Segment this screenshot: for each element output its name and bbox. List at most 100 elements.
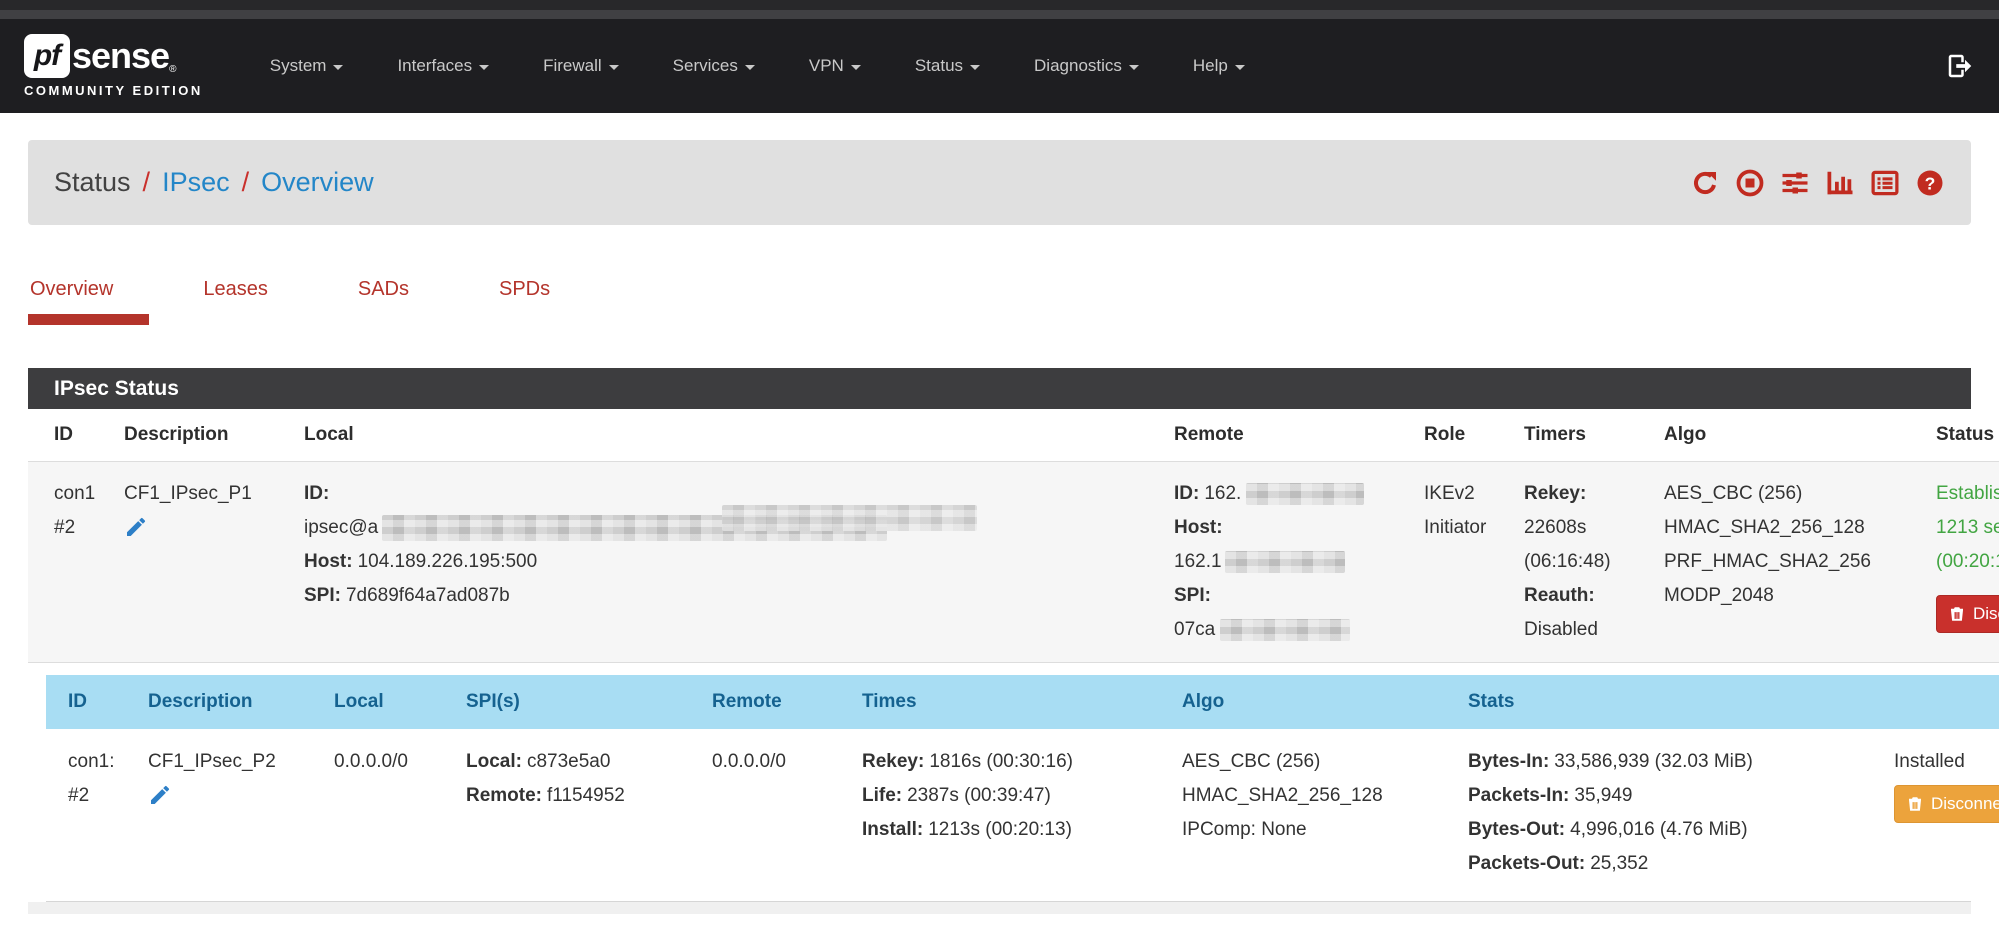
col-spis: SPI(s) — [452, 675, 698, 729]
tab-overview[interactable]: Overview — [30, 278, 113, 325]
disconnect-p2-button[interactable]: Disconnect — [1894, 785, 1999, 823]
cell-timers: Rekey: 22608s (06:16:48) Reauth: Disable… — [1510, 462, 1650, 663]
pencil-icon — [124, 515, 148, 539]
cell-local: ID: ipsec@a Host:104.189.226.195:500 SPI… — [290, 462, 1160, 663]
col-id: ID — [28, 409, 110, 462]
cell-algo: AES_CBC (256) HMAC_SHA2_256_128 IPComp: … — [1168, 729, 1454, 901]
registered-mark: ® — [169, 64, 176, 75]
page-content: Status / IPsec / Overview ? — [0, 140, 1999, 914]
col-local: Local — [290, 409, 1160, 462]
menu-interfaces[interactable]: Interfaces — [370, 56, 516, 76]
status-established: Established — [1936, 477, 1999, 511]
col-algo: Algo — [1168, 675, 1454, 729]
col-description: Description — [134, 675, 320, 729]
breadcrumb: Status / IPsec / Overview — [54, 167, 374, 198]
browser-top-strip — [0, 0, 1999, 10]
trash-icon — [1906, 795, 1924, 813]
col-times: Times — [848, 675, 1168, 729]
col-id: ID — [46, 675, 134, 729]
chevron-down-icon — [745, 65, 755, 70]
cell-local: 0.0.0.0/0 — [320, 729, 452, 901]
log-list-icon[interactable] — [1870, 168, 1900, 198]
col-status: Status — [1922, 409, 1999, 462]
cell-role: IKEv2 Initiator — [1410, 462, 1510, 663]
page-bottom-strip — [28, 902, 1971, 914]
breadcrumb-separator: / — [242, 167, 250, 198]
logout-button[interactable] — [1945, 51, 1975, 81]
cell-description: CF1_IPsec_P2 — [134, 729, 320, 901]
cell-algo: AES_CBC (256) HMAC_SHA2_256_128 PRF_HMAC… — [1650, 462, 1922, 663]
col-description: Description — [110, 409, 290, 462]
trash-icon — [1948, 605, 1966, 623]
menu-help[interactable]: Help — [1166, 56, 1272, 76]
menu-status[interactable]: Status — [888, 56, 1007, 76]
breadcrumb-root: Status — [54, 167, 131, 198]
subnav-tabs: Overview Leases SADs SPDs — [28, 278, 1971, 325]
ike-sa-table: ID Description Local Remote Role Timers … — [28, 409, 1999, 663]
redaction-block — [1225, 551, 1345, 573]
pf-logo-name: sense — [72, 34, 169, 78]
col-stats: Stats — [1454, 675, 1880, 729]
svg-text:?: ? — [1925, 173, 1936, 193]
col-remote: Remote — [698, 675, 848, 729]
cell-status: Installed Disconnect — [1880, 729, 1999, 901]
pencil-icon — [148, 783, 172, 807]
bar-chart-icon[interactable] — [1825, 168, 1855, 198]
main-menu: System Interfaces Firewall Services VPN … — [243, 56, 1272, 76]
cell-remote: ID:162. Host: 162.1 SPI: 07ca — [1160, 462, 1410, 663]
tab-sads[interactable]: SADs — [358, 278, 409, 325]
edit-p2-button[interactable] — [148, 783, 172, 818]
pf-logo-box: pf — [24, 34, 70, 78]
child-header-row: ID Description Local SPI(s) Remote Times… — [46, 675, 1999, 729]
edit-p1-button[interactable] — [124, 515, 148, 551]
page-toolbar: ? — [1690, 168, 1945, 198]
breadcrumb-bar: Status / IPsec / Overview ? — [28, 140, 1971, 225]
redaction-block — [722, 505, 977, 531]
chevron-down-icon — [970, 65, 980, 70]
navbar-top-strip — [0, 10, 1999, 19]
breadcrumb-separator: / — [143, 167, 151, 198]
col-local: Local — [320, 675, 452, 729]
top-navbar: pf sense ® COMMUNITY EDITION System Inte… — [0, 19, 1999, 113]
cell-remote: 0.0.0.0/0 — [698, 729, 848, 901]
tab-spds[interactable]: SPDs — [499, 278, 550, 325]
breadcrumb-link-ipsec[interactable]: IPsec — [162, 167, 230, 198]
menu-diagnostics[interactable]: Diagnostics — [1007, 56, 1166, 76]
menu-services[interactable]: Services — [646, 56, 782, 76]
menu-system[interactable]: System — [243, 56, 371, 76]
status-installed: Installed — [1894, 745, 1999, 779]
cell-stats: Bytes-In:33,586,939 (32.03 MiB) Packets-… — [1454, 729, 1880, 901]
pfsense-logo[interactable]: pf sense ® COMMUNITY EDITION — [24, 34, 203, 98]
redaction-block — [1220, 619, 1350, 641]
tab-leases[interactable]: Leases — [203, 278, 268, 325]
child-sa-section: ID Description Local SPI(s) Remote Times… — [46, 663, 1971, 902]
stop-circle-icon[interactable] — [1735, 168, 1765, 198]
col-status — [1880, 675, 1999, 729]
menu-firewall[interactable]: Firewall — [516, 56, 646, 76]
child-sa-table: ID Description Local SPI(s) Remote Times… — [46, 675, 1999, 901]
cell-times: Rekey:1816s (00:30:16) Life:2387s (00:39… — [848, 729, 1168, 901]
chevron-down-icon — [851, 65, 861, 70]
breadcrumb-link-overview[interactable]: Overview — [261, 167, 374, 198]
cell-description: CF1_IPsec_P1 — [110, 462, 290, 663]
community-edition-label: COMMUNITY EDITION — [24, 83, 203, 98]
chevron-down-icon — [1129, 65, 1139, 70]
refresh-icon[interactable] — [1690, 168, 1720, 198]
cell-id: con1: #2 — [46, 729, 134, 901]
help-icon[interactable]: ? — [1915, 168, 1945, 198]
ike-header-row: ID Description Local Remote Role Timers … — [28, 409, 1999, 462]
chevron-down-icon — [609, 65, 619, 70]
disconnect-p1-button[interactable]: Disconnect — [1936, 595, 1999, 633]
col-algo: Algo — [1650, 409, 1922, 462]
panel-title: IPsec Status — [28, 368, 1971, 409]
chevron-down-icon — [333, 65, 343, 70]
cell-status: Established 1213 seconds (00:20:13) Disc… — [1922, 462, 1999, 663]
sign-out-icon — [1945, 51, 1975, 81]
sliders-icon[interactable] — [1780, 168, 1810, 198]
chevron-down-icon — [1235, 65, 1245, 70]
menu-vpn[interactable]: VPN — [782, 56, 888, 76]
ipsec-status-panel: IPsec Status ID Description Local Remote… — [28, 368, 1971, 914]
child-sa-row: con1: #2 CF1_IPsec_P2 0.0.0.0/0 — [46, 729, 1999, 901]
chevron-down-icon — [479, 65, 489, 70]
col-remote: Remote — [1160, 409, 1410, 462]
